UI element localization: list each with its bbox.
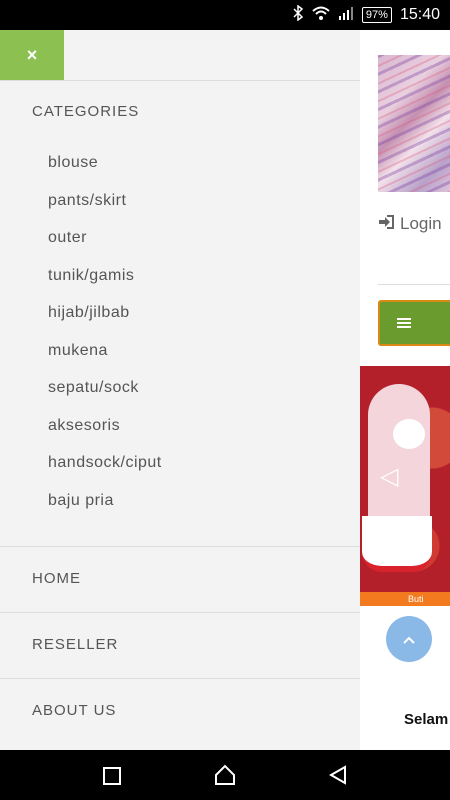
status-time: 15:40: [399, 6, 440, 23]
bluetooth-icon: [292, 4, 304, 26]
sign-in-icon: [378, 214, 394, 234]
category-item-mukena[interactable]: mukena: [48, 336, 162, 374]
close-icon: ×: [26, 44, 38, 65]
facebook-footer: Buti: [360, 592, 450, 606]
categories-heading: CATEGORIES: [32, 103, 140, 120]
signal-icon: [338, 6, 354, 25]
recent-apps-button[interactable]: [103, 767, 121, 790]
nav-item-about-us[interactable]: ABOUT US: [32, 702, 116, 719]
category-item-aksesoris[interactable]: aksesoris: [48, 411, 162, 449]
divider: [0, 612, 360, 613]
category-item-baju-pria[interactable]: baju pria: [48, 486, 162, 524]
background-page: Login ◁ Buti Selam: [360, 30, 450, 750]
android-nav-bar: [0, 750, 450, 800]
close-drawer-button[interactable]: ×: [0, 30, 64, 80]
category-item-handsock-ciput[interactable]: handsock/ciput: [48, 448, 162, 486]
divider: [0, 546, 360, 547]
chevron-up-icon: [403, 631, 415, 647]
category-item-outer[interactable]: outer: [48, 223, 162, 261]
scroll-top-button[interactable]: [386, 616, 432, 662]
menu-toggle-button[interactable]: [378, 300, 450, 346]
login-link[interactable]: Login: [378, 214, 442, 234]
login-label: Login: [400, 214, 442, 233]
category-item-blouse[interactable]: blouse: [48, 148, 162, 186]
category-item-tunik-gamis[interactable]: tunik/gamis: [48, 261, 162, 299]
promo-banner[interactable]: ◁ Buti: [360, 366, 450, 606]
divider: [0, 80, 360, 81]
welcome-text: Selam: [404, 711, 449, 728]
back-button[interactable]: [328, 765, 348, 790]
nav-item-reseller[interactable]: RESELLER: [32, 636, 118, 653]
home-button[interactable]: [214, 764, 236, 791]
dress-illustration: [362, 516, 432, 572]
category-item-sepatu-sock[interactable]: sepatu/sock: [48, 373, 162, 411]
category-item-pants-skirt[interactable]: pants/skirt: [48, 186, 162, 224]
divider: [0, 678, 360, 679]
side-drawer: × CATEGORIES blouse pants/skirt outer tu…: [0, 30, 360, 750]
face-illustration: [393, 419, 425, 449]
product-image[interactable]: [378, 55, 450, 192]
app-screen: Login ◁ Buti Selam × CATEGORIES blouse p…: [0, 30, 450, 750]
category-list: blouse pants/skirt outer tunik/gamis hij…: [48, 148, 162, 523]
nav-item-home[interactable]: HOME: [32, 570, 81, 587]
wifi-icon: [312, 6, 330, 25]
status-bar: 97% 15:40: [0, 0, 450, 30]
slider-prev-icon[interactable]: ◁: [380, 462, 398, 491]
divider: [378, 284, 450, 285]
battery-icon: 97%: [361, 7, 392, 23]
hamburger-icon: [397, 313, 411, 334]
category-item-hijab-jilbab[interactable]: hijab/jilbab: [48, 298, 162, 336]
